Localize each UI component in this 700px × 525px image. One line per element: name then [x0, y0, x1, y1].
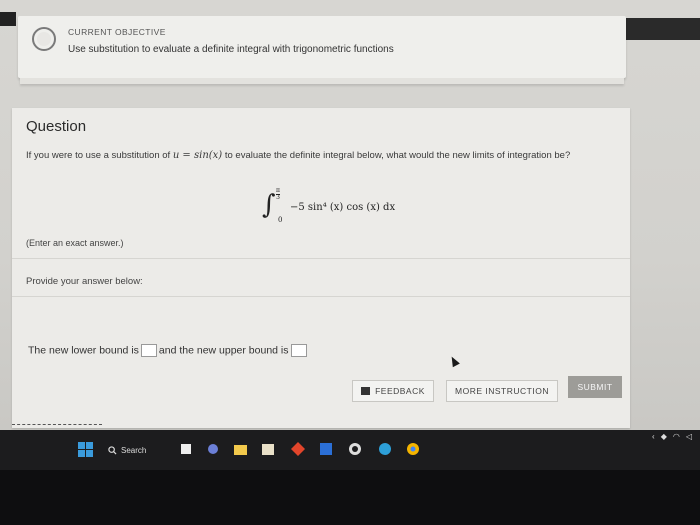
submit-button[interactable]: SUBMIT	[568, 376, 622, 398]
system-tray[interactable]: ‹ ◆ ◠ ◁	[652, 432, 692, 441]
upper-bound-label: and the new upper bound is	[158, 344, 289, 357]
chat-icon[interactable]	[207, 442, 219, 456]
search-icon	[108, 445, 117, 455]
lower-bound-input[interactable]	[140, 344, 157, 357]
divider	[12, 258, 630, 259]
progress-ring-icon	[32, 27, 56, 51]
dropbox-icon[interactable]	[320, 442, 332, 456]
upper-bound-input[interactable]	[290, 344, 307, 357]
more-instruction-label: MORE INSTRUCTION	[455, 386, 549, 396]
objective-text: Use substitution to evaluate a definite …	[68, 44, 394, 55]
integral-upper-limit: π 3	[276, 188, 280, 201]
taskbar: Search ‹ ◆ ◠ ◁	[0, 430, 700, 470]
taskbar-search[interactable]: Search	[108, 440, 168, 460]
file-explorer-icon[interactable]	[234, 442, 247, 456]
windows-start-icon[interactable]	[78, 442, 93, 457]
integrand: −5 sin⁴ (x) cos (x) dx	[290, 202, 396, 213]
question-card: Question If you were to use a substituti…	[12, 108, 630, 428]
submit-label: SUBMIT	[577, 382, 613, 392]
task-view-icon[interactable]	[180, 442, 192, 456]
scroll-fragment	[12, 424, 102, 427]
definite-integral: ∫ π 3 0 −5 sin⁴ (x) cos (x) dx	[262, 188, 442, 230]
calendar-app-icon[interactable]	[262, 442, 274, 456]
tray-app-icon[interactable]: ◆	[661, 432, 667, 441]
divider	[12, 296, 630, 297]
lower-bound-label: The new lower bound is	[28, 344, 139, 357]
office-icon[interactable]	[291, 442, 305, 456]
tray-chevron-icon[interactable]: ‹	[652, 432, 655, 441]
question-text: If you were to use a substitution of u =…	[26, 148, 586, 163]
substitution-math: u = sin(x)	[172, 150, 223, 161]
screen-edge-right	[626, 18, 700, 40]
screen-edge-left	[0, 12, 16, 26]
feedback-icon	[361, 387, 371, 395]
objective-card: CURRENT OBJECTIVE Use substitution to ev…	[18, 16, 626, 84]
monitor-bezel	[0, 470, 700, 525]
answer-prompt: Provide your answer below:	[26, 276, 143, 287]
chrome-icon[interactable]	[406, 442, 420, 456]
integral-sign: ∫	[262, 190, 276, 220]
exact-answer-note: (Enter an exact answer.)	[26, 238, 124, 248]
question-title: Question	[26, 118, 87, 135]
question-text-after: to evaluate the definite integral below,…	[222, 150, 571, 161]
edge-icon[interactable]	[378, 442, 392, 456]
upper-limit-denominator: 3	[276, 194, 280, 201]
volume-icon[interactable]: ◁	[686, 432, 692, 441]
wifi-icon[interactable]: ◠	[673, 432, 680, 441]
objective-label: CURRENT OBJECTIVE	[68, 27, 166, 37]
objective-card-stack	[20, 78, 624, 84]
browser-icon[interactable]	[348, 442, 362, 456]
search-label: Search	[121, 445, 147, 455]
more-instruction-button[interactable]: MORE INSTRUCTION	[446, 380, 558, 402]
answer-row: The new lower bound is and the new upper …	[28, 344, 309, 357]
integral-lower-limit: 0	[278, 216, 283, 224]
feedback-label: FEEDBACK	[375, 386, 425, 396]
feedback-button[interactable]: FEEDBACK	[352, 380, 434, 402]
screen: CURRENT OBJECTIVE Use substitution to ev…	[0, 0, 700, 430]
question-text-before: If you were to use a substitution of	[26, 150, 173, 161]
